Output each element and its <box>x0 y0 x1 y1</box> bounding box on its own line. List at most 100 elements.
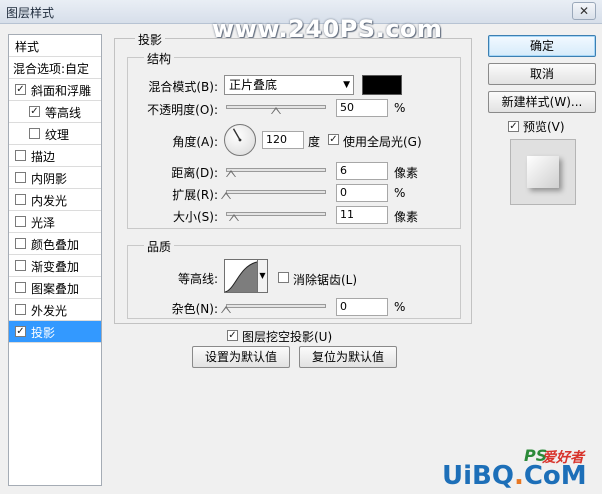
style-item[interactable]: 投影 <box>9 321 101 343</box>
blend-mode-label: 混合模式(B): <box>148 80 218 94</box>
style-item-label: 图案叠加 <box>31 282 80 296</box>
window-title: 图层样式 <box>6 6 55 20</box>
spread-input[interactable]: 0 <box>336 184 388 202</box>
distance-label: 距离(D): <box>171 166 218 180</box>
set-default-button[interactable]: 设置为默认值 <box>192 346 290 368</box>
new-style-button[interactable]: 新建样式(W)... <box>488 91 596 113</box>
style-item[interactable]: 描边 <box>9 145 101 167</box>
noise-unit: % <box>394 300 406 314</box>
style-item[interactable]: 斜面和浮雕 <box>9 79 101 101</box>
spread-slider-track <box>226 190 326 194</box>
logo-site-prefix: UiBQ <box>442 461 514 491</box>
noise-slider-track <box>226 304 326 308</box>
style-item[interactable]: 外发光 <box>9 299 101 321</box>
style-item[interactable]: 内阴影 <box>9 167 101 189</box>
style-item-checkbox[interactable] <box>15 238 26 249</box>
chevron-down-icon: ▼ <box>343 80 350 90</box>
preview-label[interactable]: 预览(V) <box>523 118 565 135</box>
knockout-checkbox[interactable] <box>227 330 238 341</box>
style-item[interactable]: 纹理 <box>9 123 101 145</box>
anti-alias-checkbox[interactable] <box>278 272 289 283</box>
shadow-color-swatch[interactable] <box>362 75 402 95</box>
anti-alias-label[interactable]: 消除锯齿(L) <box>293 271 357 288</box>
style-item-label: 投影 <box>31 326 56 340</box>
knockout-label[interactable]: 图层挖空投影(U) <box>242 328 332 345</box>
structure-group: 结构 混合模式(B): 正片叠底 ▼ 不透明度(O): 50 % 角度(A): … <box>127 50 461 229</box>
size-unit: 像素 <box>394 210 419 224</box>
site-logo: PS 爱好者 UiBQ.CoM <box>436 443 602 494</box>
close-icon: ✕ <box>578 4 590 18</box>
distance-slider-track <box>226 168 326 172</box>
quality-group: 品质 等高线: ▼ 消除锯齿(L) 杂色(N): 0 % <box>127 238 461 319</box>
size-slider-track <box>226 212 326 216</box>
chevron-down-icon: ▼ <box>259 271 266 280</box>
cancel-button[interactable]: 取消 <box>488 63 596 85</box>
distance-input[interactable]: 6 <box>336 162 388 180</box>
structure-title: 结构 <box>144 50 175 67</box>
style-item-checkbox[interactable] <box>15 150 26 161</box>
blend-options-label: 混合选项:自定 <box>13 62 90 76</box>
style-item[interactable]: 渐变叠加 <box>9 255 101 277</box>
noise-slider[interactable] <box>221 301 326 313</box>
blend-options-item[interactable]: 混合选项:自定 <box>9 57 101 79</box>
opacity-unit: % <box>394 101 406 115</box>
styles-header-label: 样式 <box>15 40 40 54</box>
styles-list: 样式 混合选项:自定 斜面和浮雕等高线纹理描边内阴影内发光光泽颜色叠加渐变叠加图… <box>8 34 102 486</box>
style-item-checkbox[interactable] <box>15 84 26 95</box>
preview-checkbox[interactable] <box>508 121 519 132</box>
angle-unit: 度 <box>308 135 321 149</box>
spread-slider[interactable] <box>221 187 326 199</box>
contour-dropdown-button[interactable]: ▼ <box>258 259 268 293</box>
style-item-label: 颜色叠加 <box>31 238 80 252</box>
style-item-checkbox[interactable] <box>15 326 26 337</box>
angle-dial[interactable] <box>224 124 256 156</box>
style-item-checkbox[interactable] <box>29 128 40 139</box>
style-item[interactable]: 颜色叠加 <box>9 233 101 255</box>
size-input[interactable]: 11 <box>336 206 388 224</box>
contour-label: 等高线: <box>177 272 218 286</box>
spread-unit: % <box>394 186 406 200</box>
angle-input[interactable]: 120 <box>262 131 304 149</box>
ok-button[interactable]: 确定 <box>488 35 596 57</box>
use-global-light-checkbox[interactable] <box>328 134 339 145</box>
style-item-checkbox[interactable] <box>15 282 26 293</box>
blend-mode-select[interactable]: 正片叠底 ▼ <box>224 75 354 95</box>
noise-input[interactable]: 0 <box>336 298 388 316</box>
drop-shadow-group: 投影 结构 混合模式(B): 正片叠底 ▼ 不透明度(O): 50 % 角度(A… <box>114 31 472 324</box>
style-item-label: 渐变叠加 <box>31 260 80 274</box>
style-item-checkbox[interactable] <box>15 304 26 315</box>
opacity-label: 不透明度(O): <box>147 103 218 117</box>
style-item-checkbox[interactable] <box>15 216 26 227</box>
logo-site-dot: . <box>513 461 524 491</box>
contour-curve-icon <box>225 261 257 292</box>
close-button[interactable]: ✕ <box>572 2 596 20</box>
style-item-label: 内阴影 <box>31 172 68 186</box>
opacity-slider[interactable] <box>226 102 326 114</box>
style-item-checkbox[interactable] <box>15 260 26 271</box>
style-preview <box>510 139 576 205</box>
reset-default-button[interactable]: 复位为默认值 <box>299 346 397 368</box>
style-item-checkbox[interactable] <box>29 106 40 117</box>
drop-shadow-title: 投影 <box>135 31 166 48</box>
style-item[interactable]: 光泽 <box>9 211 101 233</box>
contour-picker[interactable] <box>224 259 258 293</box>
style-item[interactable]: 内发光 <box>9 189 101 211</box>
spread-label: 扩展(R): <box>172 188 218 202</box>
style-item-label: 斜面和浮雕 <box>31 84 92 98</box>
distance-unit: 像素 <box>394 166 419 180</box>
opacity-input[interactable]: 50 <box>336 99 388 117</box>
noise-label: 杂色(N): <box>171 302 218 316</box>
style-preview-thumbnail <box>527 156 559 188</box>
distance-slider[interactable] <box>226 165 326 177</box>
style-item-label: 光泽 <box>31 216 56 230</box>
style-item-label: 等高线 <box>45 106 82 120</box>
styles-header[interactable]: 样式 <box>9 35 101 57</box>
style-item-checkbox[interactable] <box>15 194 26 205</box>
angle-label: 角度(A): <box>172 135 218 149</box>
size-slider[interactable] <box>226 209 326 221</box>
style-item[interactable]: 图案叠加 <box>9 277 101 299</box>
size-label: 大小(S): <box>172 210 218 224</box>
use-global-light-label[interactable]: 使用全局光(G) <box>343 133 422 150</box>
style-item-checkbox[interactable] <box>15 172 26 183</box>
style-item[interactable]: 等高线 <box>9 101 101 123</box>
